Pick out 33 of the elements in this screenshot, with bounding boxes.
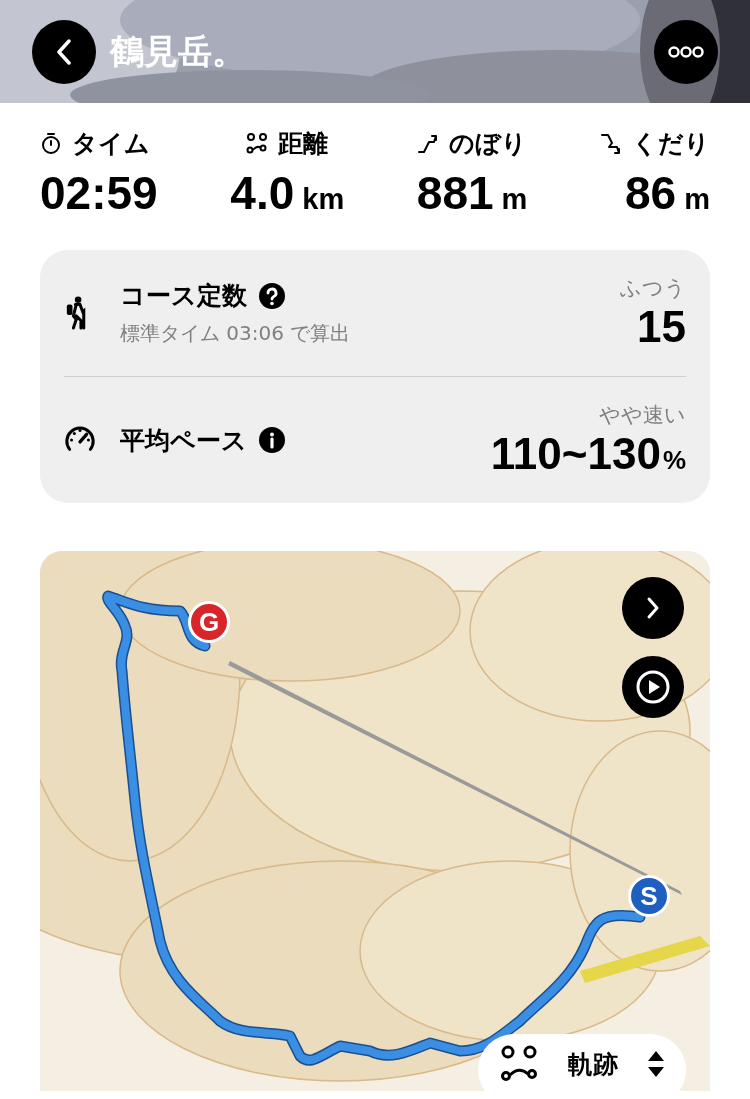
stat-value: 02:59 [40,166,158,220]
route-icon [500,1044,540,1084]
page-title: 鶴見岳。 [110,29,247,73]
stat-unit: m [684,183,710,216]
play-icon [636,670,670,704]
stopwatch-icon [40,131,62,156]
chevron-icon [646,596,660,620]
row-value: 110~130 [490,429,661,479]
help-button[interactable] [259,282,285,309]
info-icon [259,427,285,453]
stat-label: のぼり [449,128,528,160]
back-icon [56,38,72,65]
more-icon [668,45,704,58]
stat-value: 4.0 [230,166,295,220]
stat-unit: km [302,183,345,216]
info-button[interactable] [259,427,285,453]
stat-unit: m [501,183,528,216]
stat-label: 距離 [278,128,329,160]
help-icon [259,282,285,309]
row-note: 標準タイム 03:06 で算出 [120,320,352,347]
stat-value: 86 [625,166,677,220]
row-label: コース定数 [120,280,247,312]
stat-value: 881 [416,166,494,220]
route-icon [246,131,269,156]
rating-label: やや速い [599,402,686,429]
rating-label: ふつう [620,275,686,302]
descent-icon [600,131,622,156]
track-selector[interactable]: 軌跡 [478,1034,686,1091]
stat-label: タイム [72,128,150,160]
stat-label: くだり [632,128,710,160]
row-label: 平均ペース [120,424,247,457]
row-value: 15 [637,302,686,352]
value-unit: % [662,445,686,476]
